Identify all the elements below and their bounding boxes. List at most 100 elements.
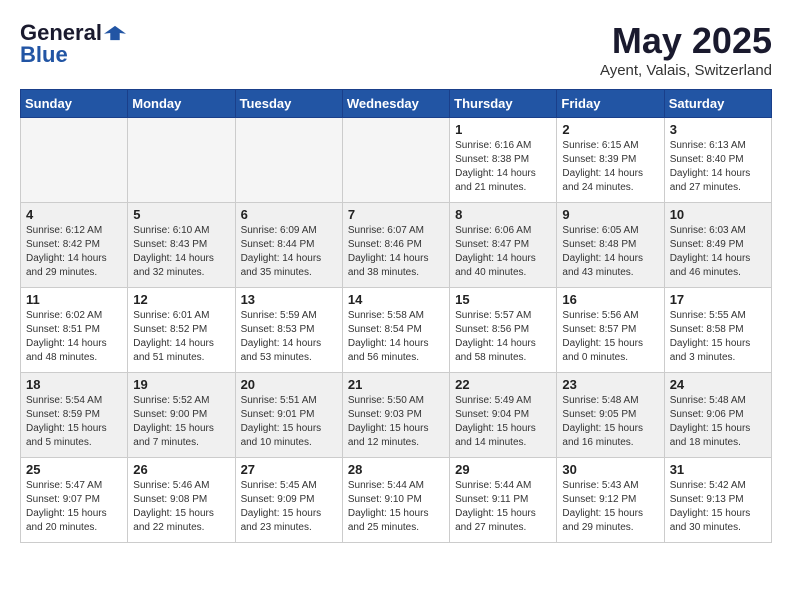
calendar-cell: 8 Sunrise: 6:06 AM Sunset: 8:47 PM Daylig… (450, 203, 557, 288)
day-info: Sunrise: 6:02 AM Sunset: 8:51 PM Dayligh… (26, 309, 122, 365)
calendar-cell: 25 Sunrise: 5:47 AM Sunset: 9:07 PM Dayli… (21, 458, 128, 543)
day-info: Sunrise: 5:52 AM Sunset: 9:00 PM Dayligh… (133, 394, 229, 450)
day-number: 22 (455, 377, 551, 392)
calendar-cell: 1 Sunrise: 6:16 AM Sunset: 8:38 PM Daylig… (450, 118, 557, 203)
day-number: 15 (455, 292, 551, 307)
day-number: 19 (133, 377, 229, 392)
day-number: 16 (562, 292, 658, 307)
logo: General Blue (20, 20, 126, 68)
day-number: 13 (241, 292, 337, 307)
calendar-cell: 27Sunrise: 5:45 AM Sunset: 9:09 PM Dayli… (235, 458, 342, 543)
day-number: 8 (455, 207, 551, 222)
calendar-cell (342, 118, 449, 203)
day-number: 24 (670, 377, 766, 392)
day-info: Sunrise: 5:54 AM Sunset: 8:59 PM Dayligh… (26, 394, 122, 450)
day-number: 18 (26, 377, 122, 392)
calendar-cell: 6 Sunrise: 6:09 AM Sunset: 8:44 PM Daylig… (235, 203, 342, 288)
logo-blue: Blue (20, 42, 68, 67)
day-number: 31 (670, 462, 766, 477)
calendar-cell: 22 Sunrise: 5:49 AM Sunset: 9:04 PM Dayli… (450, 373, 557, 458)
day-number: 2 (562, 122, 658, 137)
day-info: Sunrise: 5:59 AM Sunset: 8:53 PM Dayligh… (241, 309, 337, 365)
calendar-cell: 7 Sunrise: 6:07 AM Sunset: 8:46 PM Daylig… (342, 203, 449, 288)
calendar-cell: 4 Sunrise: 6:12 AM Sunset: 8:42 PM Daylig… (21, 203, 128, 288)
day-number: 12 (133, 292, 229, 307)
calendar-cell: 5Sunrise: 6:10 AM Sunset: 8:43 PM Daylig… (128, 203, 235, 288)
calendar-cell: 19 Sunrise: 5:52 AM Sunset: 9:00 PM Dayli… (128, 373, 235, 458)
day-number: 9 (562, 207, 658, 222)
day-info: Sunrise: 5:51 AM Sunset: 9:01 PM Dayligh… (241, 394, 337, 450)
weekday-header-sunday: Sunday (21, 90, 128, 118)
calendar-cell: 3Sunrise: 6:13 AM Sunset: 8:40 PM Daylig… (664, 118, 771, 203)
day-info: Sunrise: 5:43 AM Sunset: 9:12 PM Dayligh… (562, 479, 658, 535)
day-info: Sunrise: 6:10 AM Sunset: 8:43 PM Dayligh… (133, 224, 229, 280)
day-info: Sunrise: 5:50 AM Sunset: 9:03 PM Dayligh… (348, 394, 444, 450)
day-number: 10 (670, 207, 766, 222)
day-number: 17 (670, 292, 766, 307)
calendar-cell: 29Sunrise: 5:44 AM Sunset: 9:11 PM Dayli… (450, 458, 557, 543)
calendar-cell: 31 Sunrise: 5:42 AM Sunset: 9:13 PM Dayli… (664, 458, 771, 543)
weekday-header-friday: Friday (557, 90, 664, 118)
calendar-cell: 30 Sunrise: 5:43 AM Sunset: 9:12 PM Dayli… (557, 458, 664, 543)
day-info: Sunrise: 6:15 AM Sunset: 8:39 PM Dayligh… (562, 139, 658, 195)
day-number: 7 (348, 207, 444, 222)
day-info: Sunrise: 6:06 AM Sunset: 8:47 PM Dayligh… (455, 224, 551, 280)
day-info: Sunrise: 5:44 AM Sunset: 9:10 PM Dayligh… (348, 479, 444, 535)
calendar-cell: 26Sunrise: 5:46 AM Sunset: 9:08 PM Dayli… (128, 458, 235, 543)
day-number: 30 (562, 462, 658, 477)
day-info: Sunrise: 6:12 AM Sunset: 8:42 PM Dayligh… (26, 224, 122, 280)
day-info: Sunrise: 5:42 AM Sunset: 9:13 PM Dayligh… (670, 479, 766, 535)
calendar-cell: 14Sunrise: 5:58 AM Sunset: 8:54 PM Dayli… (342, 288, 449, 373)
day-number: 28 (348, 462, 444, 477)
day-number: 1 (455, 122, 551, 137)
weekday-header-tuesday: Tuesday (235, 90, 342, 118)
day-number: 20 (241, 377, 337, 392)
calendar-cell (128, 118, 235, 203)
day-info: Sunrise: 6:16 AM Sunset: 8:38 PM Dayligh… (455, 139, 551, 195)
calendar-table: SundayMondayTuesdayWednesdayThursdayFrid… (20, 89, 772, 543)
calendar-cell: 12 Sunrise: 6:01 AM Sunset: 8:52 PM Dayli… (128, 288, 235, 373)
day-info: Sunrise: 5:46 AM Sunset: 9:08 PM Dayligh… (133, 479, 229, 535)
day-number: 14 (348, 292, 444, 307)
calendar-cell: 16 Sunrise: 5:56 AM Sunset: 8:57 PM Dayli… (557, 288, 664, 373)
calendar-cell (21, 118, 128, 203)
day-number: 25 (26, 462, 122, 477)
month-title: May 2025 (600, 20, 772, 62)
day-info: Sunrise: 6:09 AM Sunset: 8:44 PM Dayligh… (241, 224, 337, 280)
day-info: Sunrise: 6:03 AM Sunset: 8:49 PM Dayligh… (670, 224, 766, 280)
calendar-cell: 15 Sunrise: 5:57 AM Sunset: 8:56 PM Dayli… (450, 288, 557, 373)
day-number: 11 (26, 292, 122, 307)
calendar-cell: 28 Sunrise: 5:44 AM Sunset: 9:10 PM Dayli… (342, 458, 449, 543)
day-info: Sunrise: 5:55 AM Sunset: 8:58 PM Dayligh… (670, 309, 766, 365)
day-number: 27 (241, 462, 337, 477)
day-info: Sunrise: 5:48 AM Sunset: 9:05 PM Dayligh… (562, 394, 658, 450)
weekday-header-wednesday: Wednesday (342, 90, 449, 118)
day-info: Sunrise: 5:56 AM Sunset: 8:57 PM Dayligh… (562, 309, 658, 365)
day-number: 21 (348, 377, 444, 392)
page-header: General Blue May 2025 Ayent, Valais, Swi… (20, 20, 772, 79)
day-info: Sunrise: 5:49 AM Sunset: 9:04 PM Dayligh… (455, 394, 551, 450)
calendar-cell: 13 Sunrise: 5:59 AM Sunset: 8:53 PM Dayli… (235, 288, 342, 373)
calendar-cell: 23 Sunrise: 5:48 AM Sunset: 9:05 PM Dayli… (557, 373, 664, 458)
day-info: Sunrise: 6:01 AM Sunset: 8:52 PM Dayligh… (133, 309, 229, 365)
day-info: Sunrise: 5:47 AM Sunset: 9:07 PM Dayligh… (26, 479, 122, 535)
title-block: May 2025 Ayent, Valais, Switzerland (600, 20, 772, 79)
weekday-header-monday: Monday (128, 90, 235, 118)
calendar-cell (235, 118, 342, 203)
location: Ayent, Valais, Switzerland (600, 62, 772, 79)
day-number: 29 (455, 462, 551, 477)
day-number: 6 (241, 207, 337, 222)
calendar-cell: 9 Sunrise: 6:05 AM Sunset: 8:48 PM Daylig… (557, 203, 664, 288)
calendar-cell: 21 Sunrise: 5:50 AM Sunset: 9:03 PM Dayli… (342, 373, 449, 458)
day-info: Sunrise: 5:57 AM Sunset: 8:56 PM Dayligh… (455, 309, 551, 365)
day-info: Sunrise: 6:13 AM Sunset: 8:40 PM Dayligh… (670, 139, 766, 195)
day-info: Sunrise: 6:07 AM Sunset: 8:46 PM Dayligh… (348, 224, 444, 280)
calendar-cell: 17 Sunrise: 5:55 AM Sunset: 8:58 PM Dayli… (664, 288, 771, 373)
calendar-cell: 24 Sunrise: 5:48 AM Sunset: 9:06 PM Dayli… (664, 373, 771, 458)
day-info: Sunrise: 6:05 AM Sunset: 8:48 PM Dayligh… (562, 224, 658, 280)
day-info: Sunrise: 5:48 AM Sunset: 9:06 PM Dayligh… (670, 394, 766, 450)
day-number: 4 (26, 207, 122, 222)
weekday-header-thursday: Thursday (450, 90, 557, 118)
calendar-cell: 11 Sunrise: 6:02 AM Sunset: 8:51 PM Dayli… (21, 288, 128, 373)
day-number: 23 (562, 377, 658, 392)
